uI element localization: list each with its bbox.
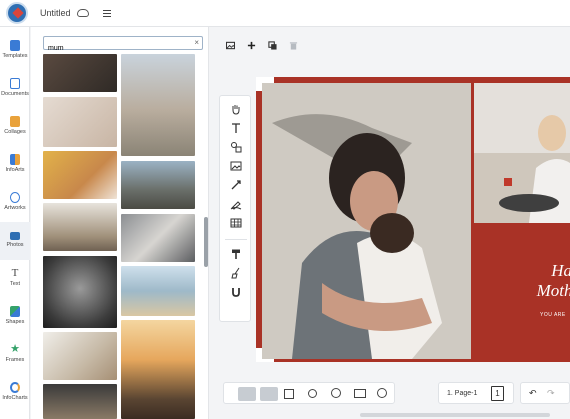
nav-label: Documents	[1, 91, 29, 97]
photo-thumb[interactable]	[43, 151, 117, 199]
nav-item-photos[interactable]: Photos	[0, 222, 30, 260]
photos-panel: ×	[31, 27, 209, 419]
search-input[interactable]	[44, 42, 184, 55]
panel-scrollbar[interactable]	[204, 217, 208, 267]
nav-label: Artworks	[4, 205, 26, 211]
camera-icon	[10, 232, 20, 240]
left-nav: Templates Documents Collages InfoArts Ar…	[0, 27, 30, 419]
photo-thumb[interactable]	[121, 214, 195, 262]
nav-item-templates[interactable]: Templates	[0, 32, 30, 70]
paint-roller-icon[interactable]	[230, 248, 242, 260]
canvas-area: Ha Mothe YOU ARE 1. Page-1 1 ↶ ↷	[210, 27, 570, 419]
image-icon[interactable]	[226, 41, 235, 50]
kitchen-image	[474, 83, 570, 223]
video-icon[interactable]	[354, 389, 366, 398]
image-tool-icon[interactable]	[230, 160, 242, 172]
document-icon	[10, 78, 20, 89]
photo-thumb[interactable]	[43, 54, 117, 92]
nav-label: InfoCharts	[2, 395, 28, 401]
nav-item-text[interactable]: T Text	[0, 260, 30, 298]
document-title[interactable]: Untitled	[40, 8, 71, 18]
mother-and-baby-image	[262, 83, 471, 359]
card-title-line-2: Mothe	[536, 281, 570, 300]
main-photo[interactable]	[262, 83, 471, 359]
nav-label: Shapes	[5, 319, 25, 325]
photo-thumb[interactable]	[43, 332, 117, 380]
collage-icon	[10, 116, 20, 127]
photo-thumb[interactable]	[121, 54, 195, 156]
artwork-icon	[10, 192, 20, 203]
nav-item-infoarts[interactable]: InfoArts	[0, 146, 30, 184]
shapes-tool-icon[interactable]	[230, 141, 242, 153]
broom-icon[interactable]	[230, 267, 242, 279]
photo-thumb[interactable]	[43, 256, 117, 328]
view-controls	[223, 382, 395, 404]
photo-thumb[interactable]	[121, 161, 195, 209]
side-photo[interactable]	[474, 83, 570, 223]
photo-thumb[interactable]	[121, 320, 195, 419]
table-icon[interactable]	[230, 217, 242, 229]
chart-icon	[10, 382, 20, 393]
shapes-icon	[10, 306, 20, 317]
photo-thumb[interactable]	[43, 203, 117, 251]
search-box: ×	[43, 36, 203, 55]
trash-icon[interactable]	[289, 41, 298, 50]
plus-icon[interactable]	[247, 41, 256, 50]
hamburger-menu-icon[interactable]	[102, 9, 111, 17]
tools-panel	[219, 95, 251, 322]
duplicate-icon[interactable]	[268, 40, 277, 50]
magnet-icon[interactable]	[230, 286, 242, 298]
undo-icon[interactable]: ↶	[529, 388, 537, 399]
page-label: 1. Page-1	[447, 390, 478, 397]
nav-item-frames[interactable]: ★ Frames	[0, 336, 30, 374]
text-icon: T	[11, 267, 19, 279]
nav-label: InfoArts	[5, 167, 25, 173]
card-subtitle[interactable]: YOU ARE	[540, 312, 566, 318]
double-page-view-button[interactable]	[260, 387, 278, 401]
canvas-toolbar	[220, 35, 304, 55]
canvas-horizontal-scrollbar[interactable]	[360, 413, 550, 417]
photo-thumb[interactable]	[121, 266, 195, 316]
top-bar: Untitled	[0, 0, 570, 27]
grid-view-icon[interactable]	[284, 389, 294, 399]
page-selector[interactable]: 1. Page-1 1	[438, 382, 514, 404]
nav-label: Frames	[5, 357, 25, 363]
nav-label: Collages	[4, 129, 26, 135]
nav-item-documents[interactable]: Documents	[0, 70, 30, 108]
nav-label: Templates	[2, 53, 28, 59]
star-icon: ★	[10, 343, 20, 355]
zoom-icon[interactable]	[308, 389, 317, 398]
hand-icon[interactable]	[230, 103, 242, 115]
card-title-line-1: Ha	[551, 261, 570, 280]
nav-item-infocharts[interactable]: InfoCharts	[0, 374, 30, 412]
page-count[interactable]: 1	[491, 386, 504, 401]
cloud-icon[interactable]	[76, 9, 89, 17]
undo-redo-controls: ↶ ↷	[520, 382, 570, 404]
nav-item-shapes[interactable]: Shapes	[0, 298, 30, 336]
nav-item-artworks[interactable]: Artworks	[0, 184, 30, 222]
nav-item-collages[interactable]: Collages	[0, 108, 30, 146]
line-tool-icon[interactable]	[230, 179, 242, 191]
clear-search-icon[interactable]: ×	[194, 38, 199, 47]
photo-thumb[interactable]	[43, 97, 117, 147]
pen-tool-icon[interactable]	[230, 198, 242, 210]
card-title[interactable]: Ha Mothe	[510, 261, 570, 301]
photo-thumb[interactable]	[43, 384, 117, 419]
text-tool-icon[interactable]	[230, 122, 242, 134]
templates-icon	[10, 40, 20, 51]
single-page-view-button[interactable]	[238, 387, 256, 401]
photo-results	[43, 54, 197, 419]
nav-label: Photos	[6, 242, 24, 248]
timer-icon[interactable]	[331, 388, 341, 398]
comment-icon[interactable]	[377, 388, 387, 398]
nav-label: Text	[9, 281, 21, 287]
infoart-icon	[10, 154, 20, 165]
app-logo[interactable]	[6, 2, 28, 24]
redo-icon[interactable]: ↷	[547, 388, 555, 399]
tools-divider	[225, 239, 247, 240]
